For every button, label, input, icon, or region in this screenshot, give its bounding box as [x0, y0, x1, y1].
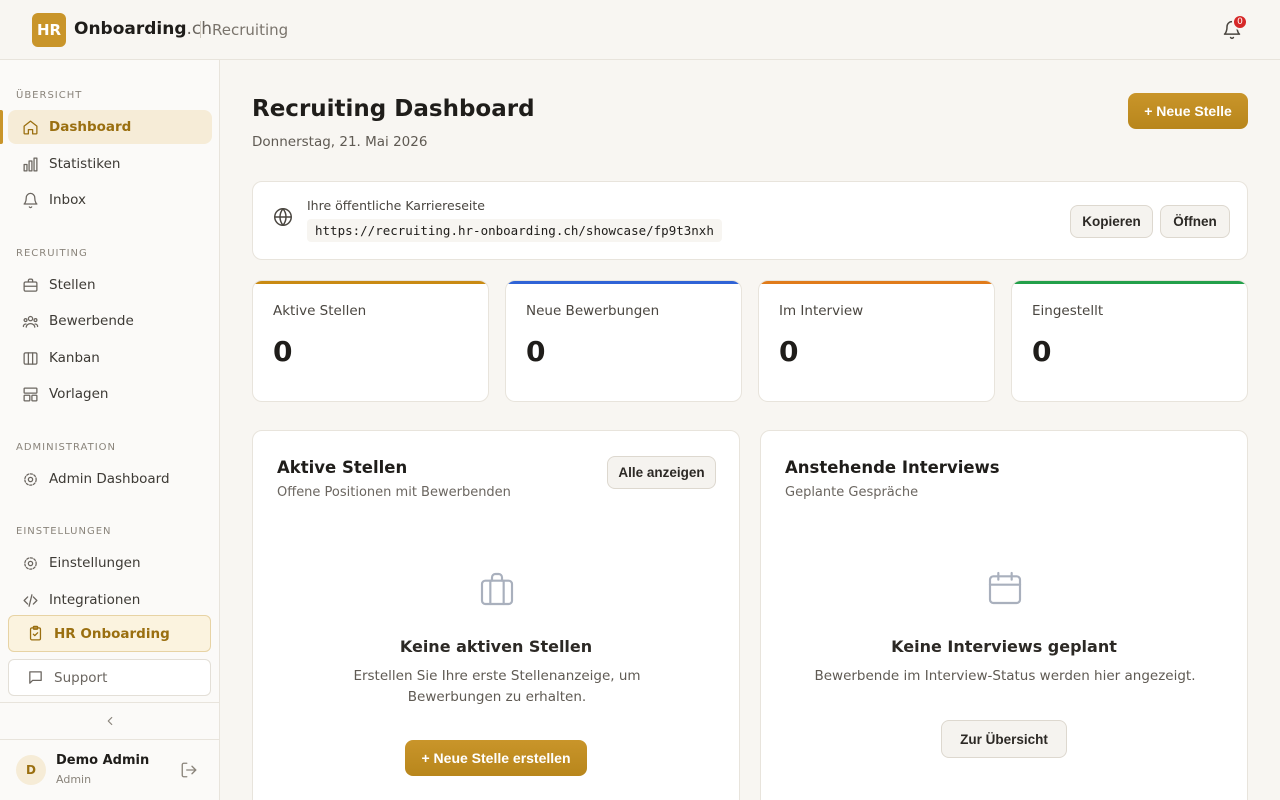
upcoming-interviews-panel: Anstehende Interviews Geplante Gespräche…	[760, 430, 1248, 800]
copy-button[interactable]: Kopieren	[1070, 205, 1153, 238]
calendar-icon	[988, 571, 1022, 605]
home-icon	[23, 119, 38, 135]
stat-accent-bar	[759, 281, 994, 284]
stat-value: 0	[779, 335, 799, 368]
stat-label: Eingestellt	[1032, 303, 1104, 319]
sidebar-item-settings[interactable]: Einstellungen	[8, 546, 212, 580]
sidebar-item-statistics[interactable]: Statistiken	[8, 147, 212, 181]
sidebar-item-label: Dashboard	[49, 119, 132, 135]
new-job-button[interactable]: + Neue Stelle	[1128, 93, 1248, 129]
stat-value: 0	[526, 335, 546, 368]
empty-state-title: Keine Interviews geplant	[891, 637, 1117, 656]
sidebar-item-label: Support	[54, 669, 108, 686]
career-page-card: Ihre öffentliche Karriereseite https://r…	[252, 181, 1248, 260]
empty-state-text: Erstellen Sie Ihre erste Stellenanzeige,…	[353, 668, 641, 705]
stat-card-active-jobs: Aktive Stellen 0	[252, 280, 489, 402]
panel-title: Aktive Stellen	[277, 458, 408, 477]
stat-card-in-interview: Im Interview 0	[758, 280, 995, 402]
avatar[interactable]: D	[16, 755, 46, 785]
brand-name[interactable]: Onboarding.ch	[74, 19, 212, 39]
sidebar-item-integrations[interactable]: Integrationen	[8, 583, 212, 617]
stat-label: Im Interview	[779, 303, 864, 319]
active-jobs-panel: Aktive Stellen Offene Positionen mit Bew…	[252, 430, 740, 800]
sidebar-item-label: Inbox	[49, 192, 86, 208]
stat-accent-bar	[1012, 281, 1247, 284]
page-date: Donnerstag, 21. Mai 2026	[252, 134, 428, 150]
columns-icon	[23, 351, 38, 365]
sidebar-item-label: Bewerbende	[49, 313, 134, 329]
stat-label: Neue Bewerbungen	[526, 303, 660, 319]
panel-title: Anstehende Interviews	[785, 458, 1000, 477]
sidebar-item-jobs[interactable]: Stellen	[8, 268, 212, 302]
sidebar: ÜBERSICHT Dashboard Statistiken Inbox RE…	[0, 60, 220, 800]
top-bar: HR Onboarding.ch Recruiting 0	[0, 0, 1280, 60]
sidebar-item-dashboard[interactable]: Dashboard	[0, 110, 212, 144]
empty-state-text: Bewerbende im Interview-Status werden hi…	[814, 668, 1196, 684]
panel-subtitle: Offene Positionen mit Bewerbenden	[277, 485, 511, 500]
sidebar-collapse-button[interactable]	[0, 702, 219, 740]
sidebar-item-templates[interactable]: Vorlagen	[8, 377, 212, 411]
message-icon	[29, 671, 42, 684]
stat-value: 0	[1032, 335, 1052, 368]
stat-value: 0	[273, 335, 293, 368]
sidebar-item-label: Einstellungen	[49, 555, 141, 571]
clipboard-check-icon	[29, 625, 42, 641]
stat-accent-bar	[506, 281, 741, 284]
stat-card-new-applications: Neue Bewerbungen 0	[505, 280, 742, 402]
section-label-overview: ÜBERSICHT	[16, 90, 83, 101]
logout-icon[interactable]	[180, 761, 198, 779]
section-label-recruiting: RECRUITING	[16, 248, 88, 259]
globe-icon	[274, 208, 292, 226]
sidebar-item-label: Admin Dashboard	[49, 471, 170, 487]
show-all-button[interactable]: Alle anzeigen	[607, 456, 716, 489]
briefcase-icon	[480, 572, 514, 606]
create-job-button[interactable]: + Neue Stelle erstellen	[405, 740, 587, 776]
sidebar-item-support[interactable]: Support	[8, 659, 211, 696]
gear-icon	[24, 472, 37, 486]
briefcase-icon	[23, 277, 38, 292]
stat-accent-bar	[253, 281, 488, 284]
gear-icon	[24, 556, 37, 570]
notification-badge: 0	[1232, 14, 1248, 30]
sidebar-item-label: HR Onboarding	[54, 625, 170, 642]
brand-divider	[200, 21, 201, 38]
career-page-label: Ihre öffentliche Karriereseite	[307, 198, 485, 213]
section-label-administration: ADMINISTRATION	[16, 442, 117, 453]
code-icon	[23, 593, 38, 607]
user-role: Admin	[56, 773, 92, 786]
overview-button[interactable]: Zur Übersicht	[941, 720, 1067, 758]
stat-card-hired: Eingestellt 0	[1011, 280, 1248, 402]
sidebar-item-label: Stellen	[49, 277, 96, 293]
sidebar-item-label: Statistiken	[49, 156, 121, 172]
sidebar-item-applicants[interactable]: Bewerbende	[8, 304, 212, 338]
sidebar-item-label: Integrationen	[49, 592, 141, 608]
logo-badge[interactable]: HR	[32, 13, 66, 47]
template-icon	[23, 386, 38, 402]
empty-state-title: Keine aktiven Stellen	[399, 637, 593, 656]
sidebar-item-hr-onboarding[interactable]: HR Onboarding	[8, 615, 211, 652]
sidebar-item-label: Kanban	[49, 350, 100, 366]
bell-icon	[23, 192, 38, 208]
page-title: Recruiting Dashboard	[252, 96, 535, 122]
sidebar-item-admin-dashboard[interactable]: Admin Dashboard	[8, 462, 212, 496]
brand-section: Recruiting	[212, 21, 289, 39]
career-page-url[interactable]: https://recruiting.hr-onboarding.ch/show…	[307, 219, 722, 242]
bar-chart-icon	[23, 156, 38, 172]
user-name: Demo Admin	[56, 753, 150, 768]
panel-subtitle: Geplante Gespräche	[785, 485, 919, 500]
users-icon	[22, 315, 39, 328]
sidebar-item-kanban[interactable]: Kanban	[8, 341, 212, 375]
stat-label: Aktive Stellen	[273, 303, 367, 319]
chevron-left-icon	[107, 716, 112, 726]
sidebar-item-inbox[interactable]: Inbox	[8, 183, 212, 217]
section-label-settings: EINSTELLUNGEN	[16, 526, 112, 537]
open-button[interactable]: Öffnen	[1160, 205, 1230, 238]
sidebar-item-label: Vorlagen	[49, 386, 109, 402]
